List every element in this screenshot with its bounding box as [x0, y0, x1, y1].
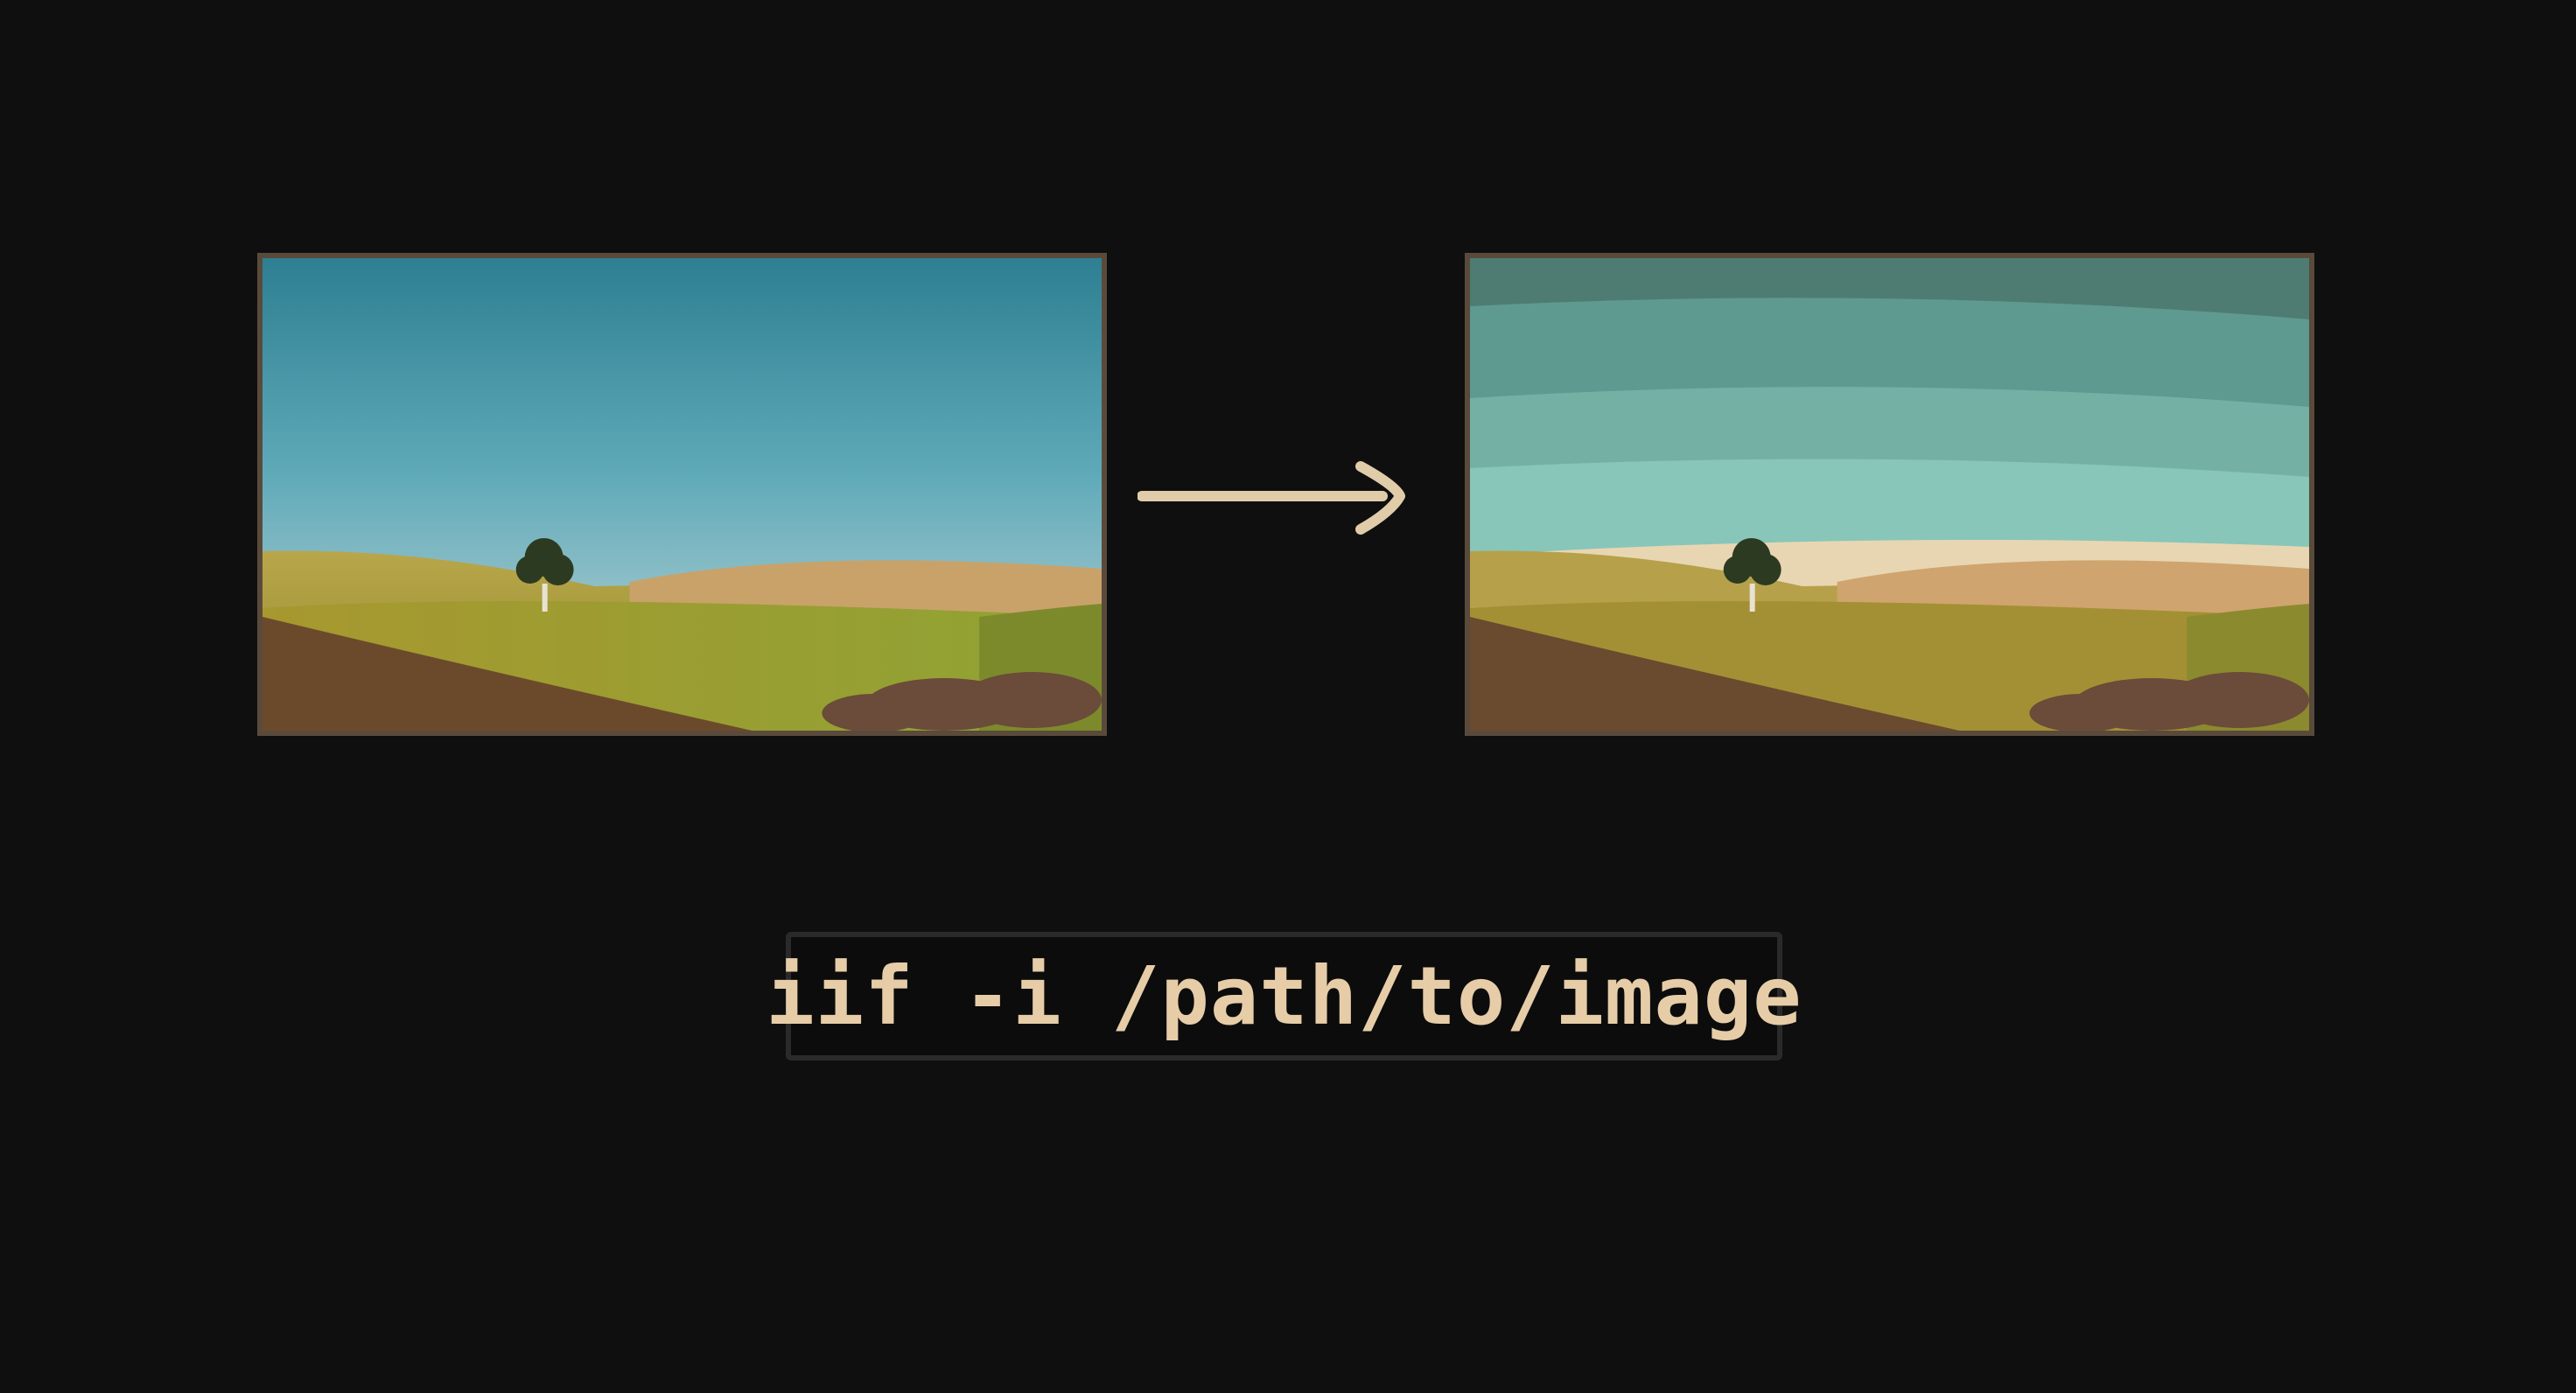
processed-image: [1465, 253, 2314, 736]
original-image: [257, 253, 1107, 736]
command-text: iif -i /path/to/image: [766, 949, 1802, 1043]
command-box: iif -i /path/to/image: [766, 932, 1802, 1060]
canvas: iif -i /path/to/image: [0, 0, 2576, 1393]
landscape-photo-icon: [1470, 258, 2309, 731]
right-arrow-icon: [1138, 461, 1405, 535]
landscape-photo-icon: [262, 258, 1102, 731]
